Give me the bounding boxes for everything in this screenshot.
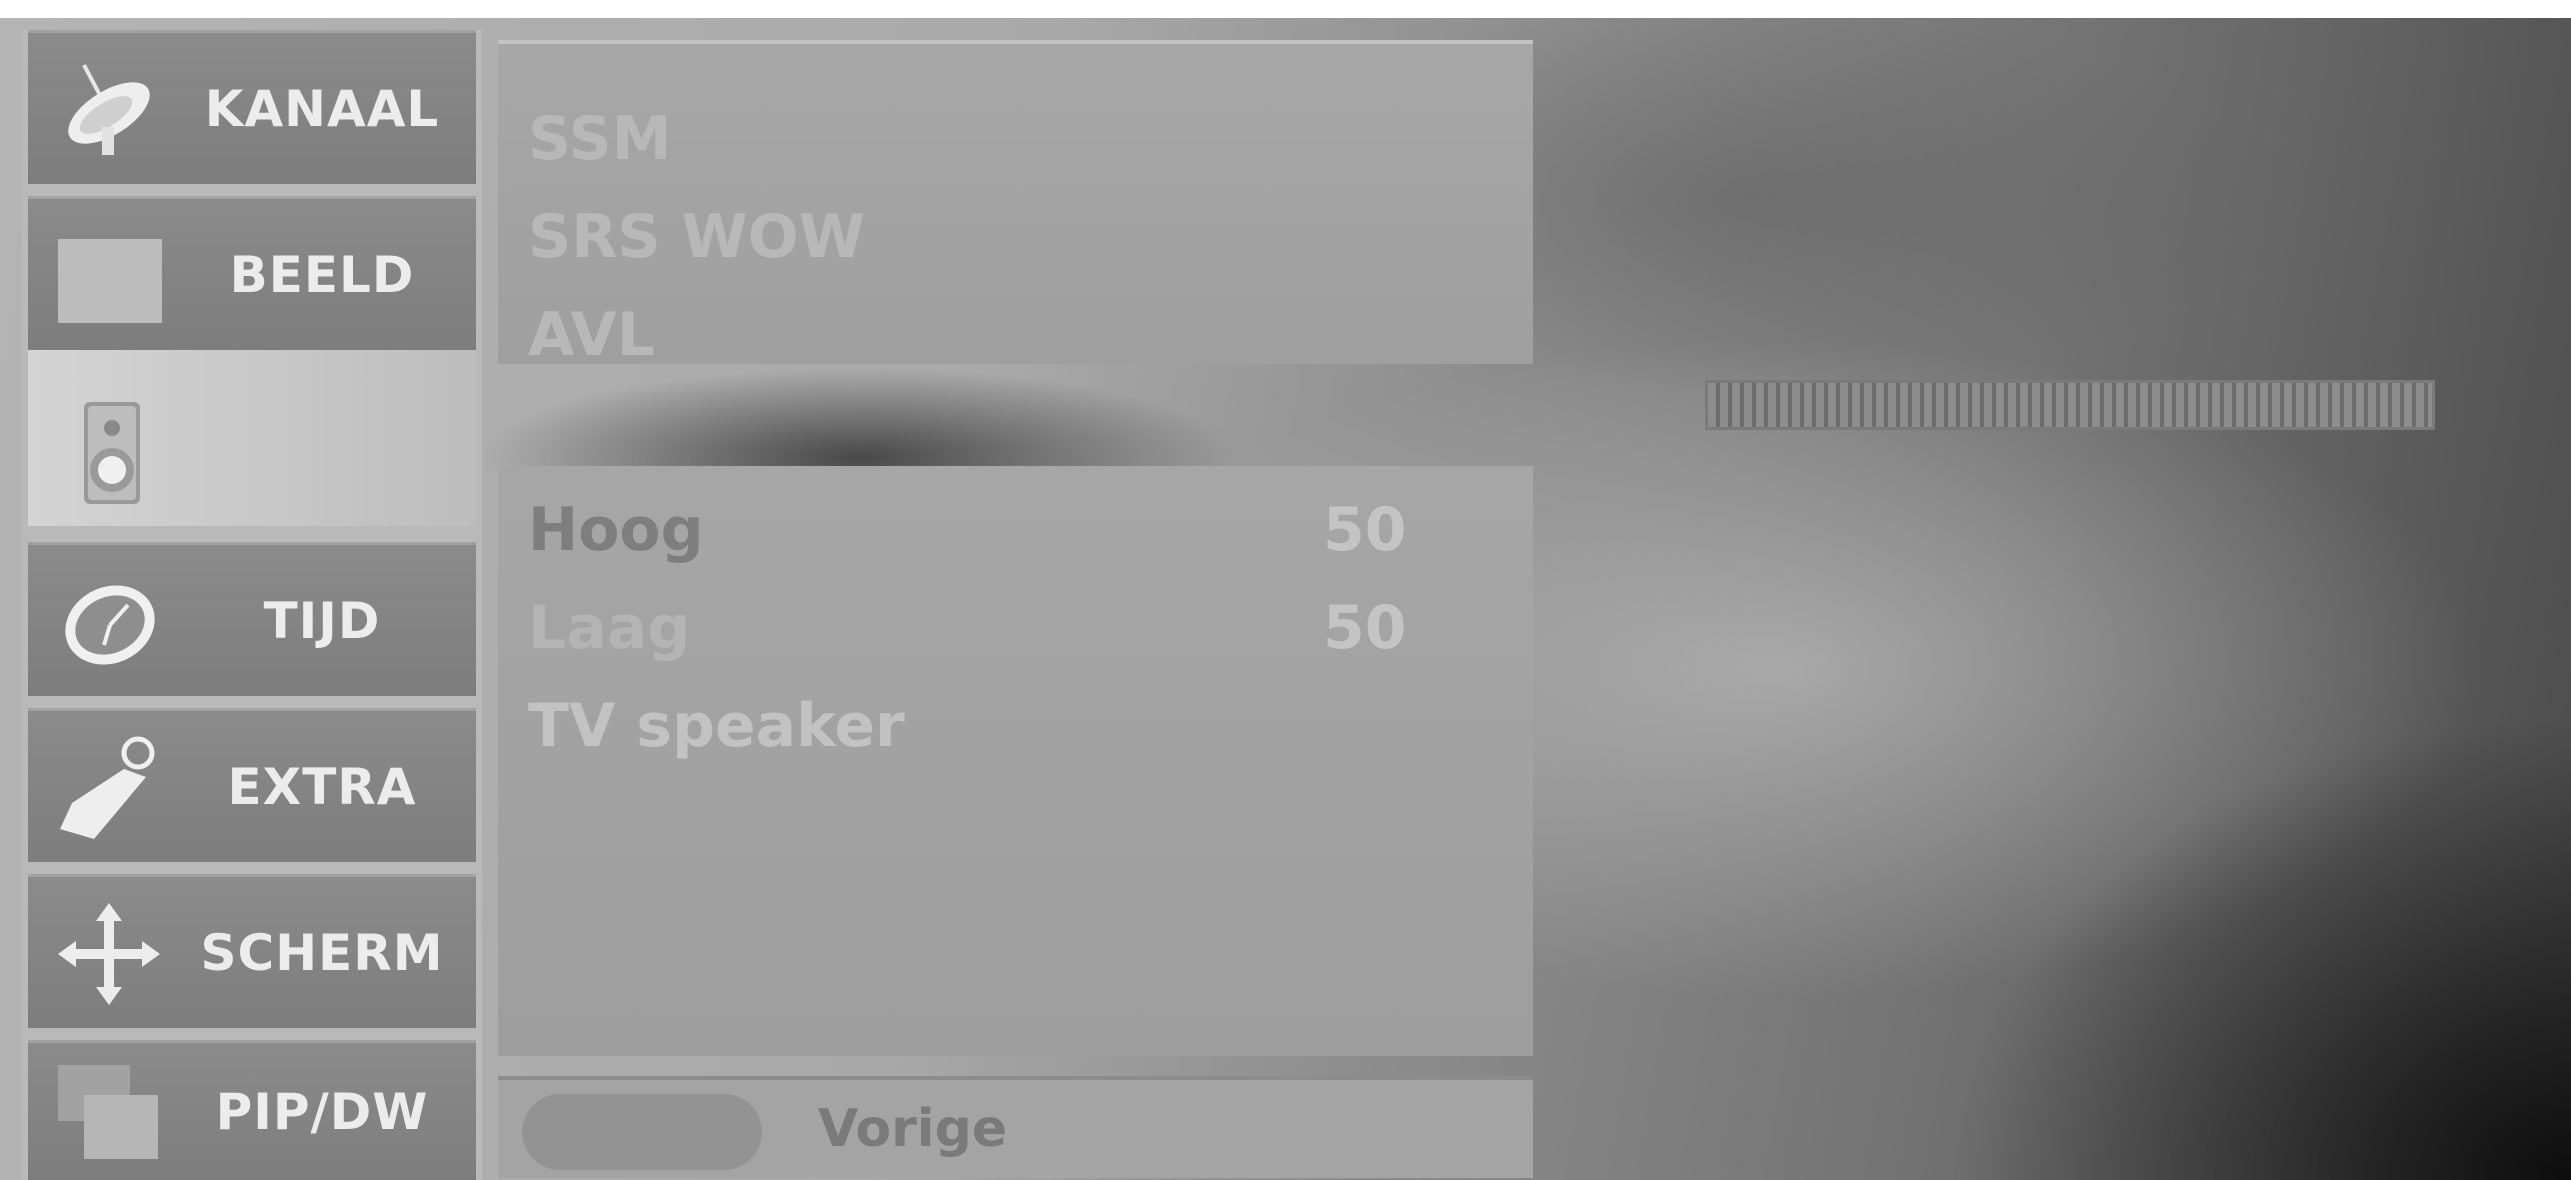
menu-option-srs-wow[interactable]: SRS WOW — [528, 194, 865, 280]
tone-settings-panel: Hoog 50 Laag 50 TV speaker — [498, 466, 1533, 1056]
tv-screen: KANAAL BEELD TIJD EXTRA SCHERM PIP/DW SS… — [0, 18, 2571, 1180]
menu-item-label: PIP/DW — [215, 1082, 429, 1141]
setting-value: 50 — [1323, 593, 1407, 663]
clock-icon — [54, 567, 164, 677]
menu-option-avl[interactable]: AVL — [528, 292, 655, 378]
setting-row-hoog[interactable]: Hoog 50 — [528, 484, 1503, 576]
menu-item-label: TIJD — [263, 591, 381, 650]
menu-item-extra[interactable]: EXTRA — [28, 708, 476, 862]
menu-item-label: KANAAL — [204, 79, 440, 138]
menu-item-tijd[interactable]: TIJD — [28, 542, 476, 696]
menu-item-kanaal[interactable]: KANAAL — [28, 30, 476, 184]
setting-label: TV speaker — [528, 691, 905, 761]
setting-value: 50 — [1323, 495, 1407, 565]
menu-item-beeld[interactable]: BEELD — [28, 196, 476, 350]
menu-item-label: BEELD — [229, 245, 415, 304]
move-arrows-icon — [54, 899, 164, 1009]
speaker-icon — [68, 398, 178, 508]
menu-item-label: SCHERM — [200, 923, 444, 982]
menu-option-ssm[interactable]: SSM — [528, 96, 671, 182]
setting-row-tv-speaker[interactable]: TV speaker — [528, 680, 1503, 772]
pip-windows-icon — [54, 1059, 164, 1169]
picture-square-icon — [54, 221, 164, 331]
tag-icon — [54, 733, 164, 843]
satellite-dish-icon — [54, 55, 164, 165]
menu-item-geluid-selected[interactable] — [28, 350, 476, 526]
back-button[interactable] — [522, 1094, 762, 1170]
footer-bar: Vorige — [498, 1076, 1533, 1178]
menu-item-scherm[interactable]: SCHERM — [28, 874, 476, 1028]
menu-item-pip-dw[interactable]: PIP/DW — [28, 1040, 476, 1180]
level-bar — [1705, 380, 2435, 430]
main-menu-sidebar: KANAAL BEELD TIJD EXTRA SCHERM PIP/DW — [22, 30, 482, 1180]
setting-label: Hoog — [528, 495, 704, 565]
back-label: Vorige — [818, 1099, 1008, 1159]
setting-row-laag[interactable]: Laag 50 — [528, 582, 1503, 674]
menu-item-label: EXTRA — [227, 757, 417, 816]
setting-label: Laag — [528, 593, 691, 663]
audio-menu-panel: SSM SRS WOW AVL — [498, 40, 1533, 370]
